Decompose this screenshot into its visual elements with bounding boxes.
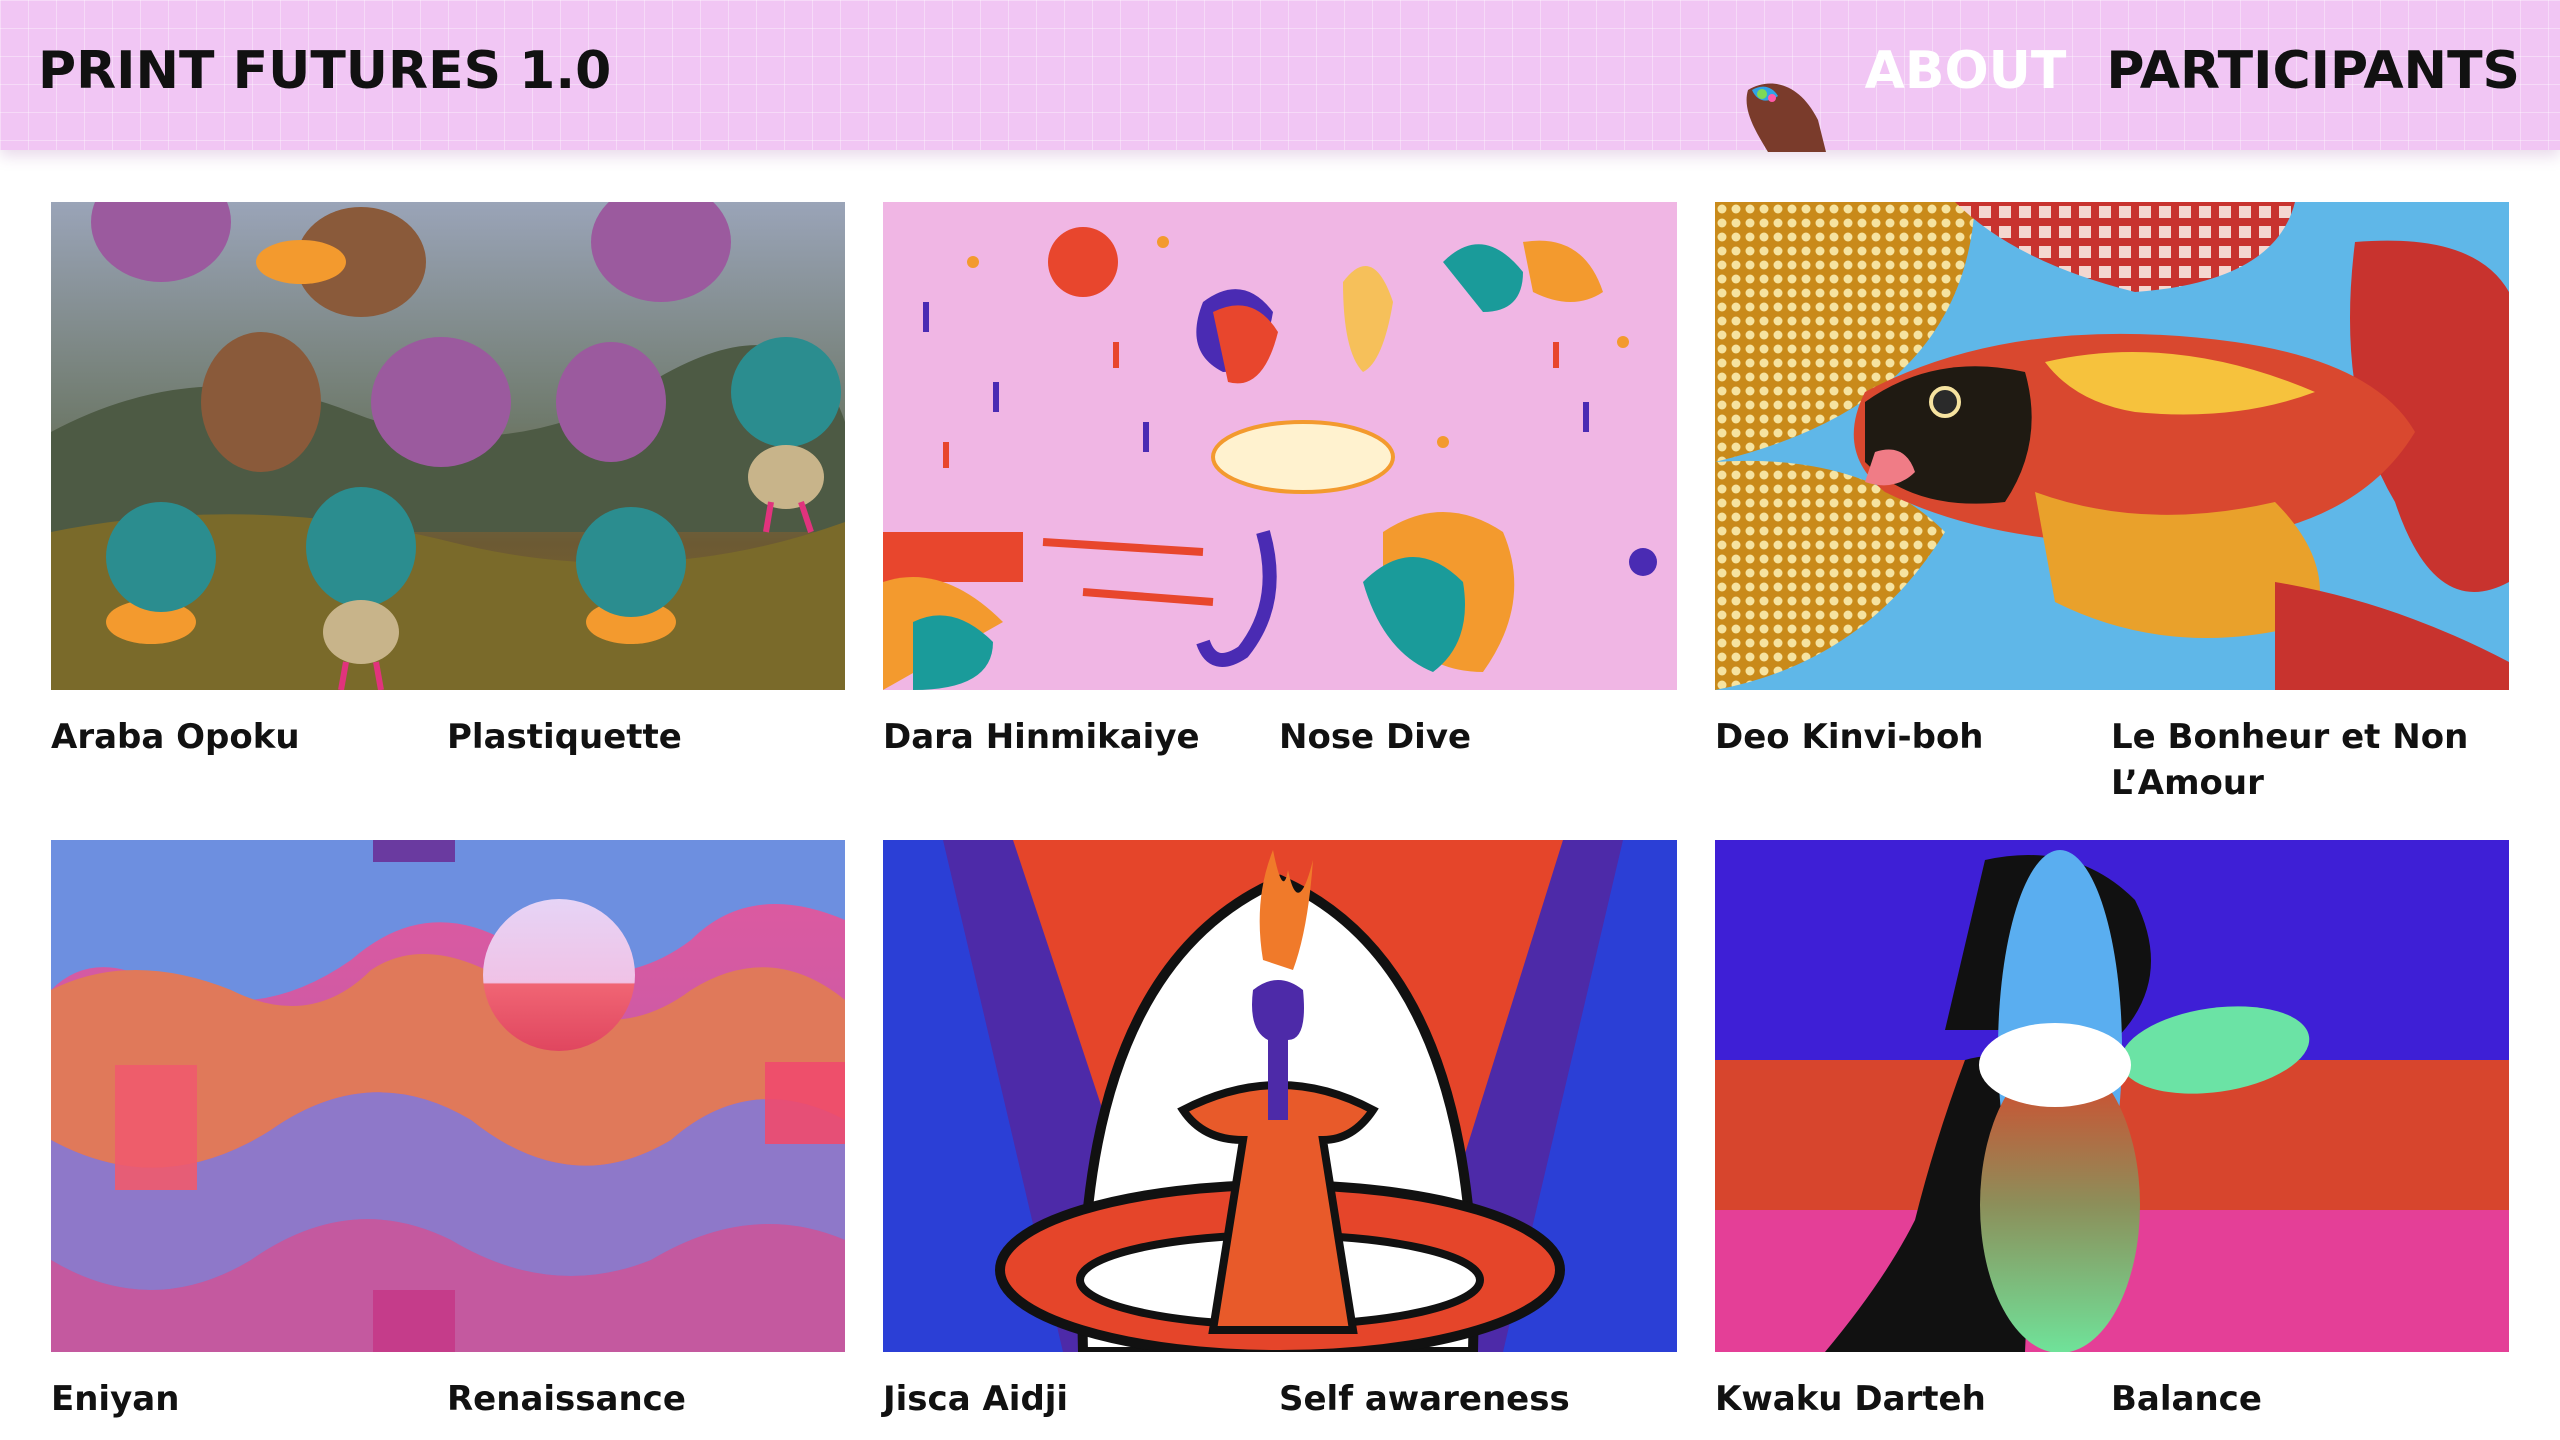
- hand-icon: [1746, 83, 1826, 152]
- artwork-title[interactable]: Balance: [2111, 1376, 2509, 1422]
- artwork-image[interactable]: [883, 840, 1677, 1352]
- main-nav: ABOUT PARTICIPANTS: [1865, 36, 2520, 106]
- artwork-caption: Dara Hinmikaiye Nose Dive: [883, 714, 1677, 760]
- artwork-title[interactable]: Nose Dive: [1279, 714, 1677, 760]
- artwork-card[interactable]: Eniyan Renaissance: [51, 840, 845, 1422]
- nav-link-participants[interactable]: PARTICIPANTS: [2106, 36, 2520, 106]
- site-title[interactable]: PRINT FUTURES 1.0: [38, 36, 611, 106]
- artwork-caption: Jisca Aidji Self awareness: [883, 1376, 1677, 1422]
- artwork-image[interactable]: [883, 202, 1677, 690]
- site-header: PRINT FUTURES 1.0 ABOUT PARTICIPANTS: [0, 0, 2560, 152]
- artwork-caption: Eniyan Renaissance: [51, 1376, 845, 1422]
- artwork-caption: Araba Opoku Plastiquette: [51, 714, 845, 760]
- artist-name[interactable]: Kwaku Darteh: [1715, 1376, 2111, 1422]
- artwork-card[interactable]: Kwaku Darteh Balance: [1715, 840, 2509, 1422]
- artist-name[interactable]: Dara Hinmikaiye: [883, 714, 1279, 760]
- artwork-title[interactable]: Le Bonheur et Non L’Amour: [2111, 714, 2509, 806]
- artwork-gallery: Araba Opoku Plastiquette Dara Hinmikaiye…: [51, 202, 2509, 1422]
- artwork-caption: Kwaku Darteh Balance: [1715, 1376, 2509, 1422]
- artwork-image[interactable]: [51, 202, 845, 690]
- artwork-caption: Deo Kinvi-boh Le Bonheur et Non L’Amour: [1715, 714, 2509, 806]
- artist-name[interactable]: Jisca Aidji: [883, 1376, 1279, 1422]
- artist-name[interactable]: Araba Opoku: [51, 714, 447, 760]
- artist-name[interactable]: Deo Kinvi-boh: [1715, 714, 2111, 806]
- artwork-title[interactable]: Renaissance: [447, 1376, 845, 1422]
- nav-link-about[interactable]: ABOUT: [1865, 36, 2067, 106]
- artwork-card[interactable]: Araba Opoku Plastiquette: [51, 202, 845, 806]
- artwork-title[interactable]: Self awareness: [1279, 1376, 1677, 1422]
- artwork-card[interactable]: Dara Hinmikaiye Nose Dive: [883, 202, 1677, 806]
- artist-name[interactable]: Eniyan: [51, 1376, 447, 1422]
- artwork-image[interactable]: [1715, 840, 2509, 1352]
- artwork-image[interactable]: [51, 840, 845, 1352]
- artwork-card[interactable]: Deo Kinvi-boh Le Bonheur et Non L’Amour: [1715, 202, 2509, 806]
- artwork-card[interactable]: Jisca Aidji Self awareness: [883, 840, 1677, 1422]
- artwork-image[interactable]: [1715, 202, 2509, 690]
- artwork-title[interactable]: Plastiquette: [447, 714, 845, 760]
